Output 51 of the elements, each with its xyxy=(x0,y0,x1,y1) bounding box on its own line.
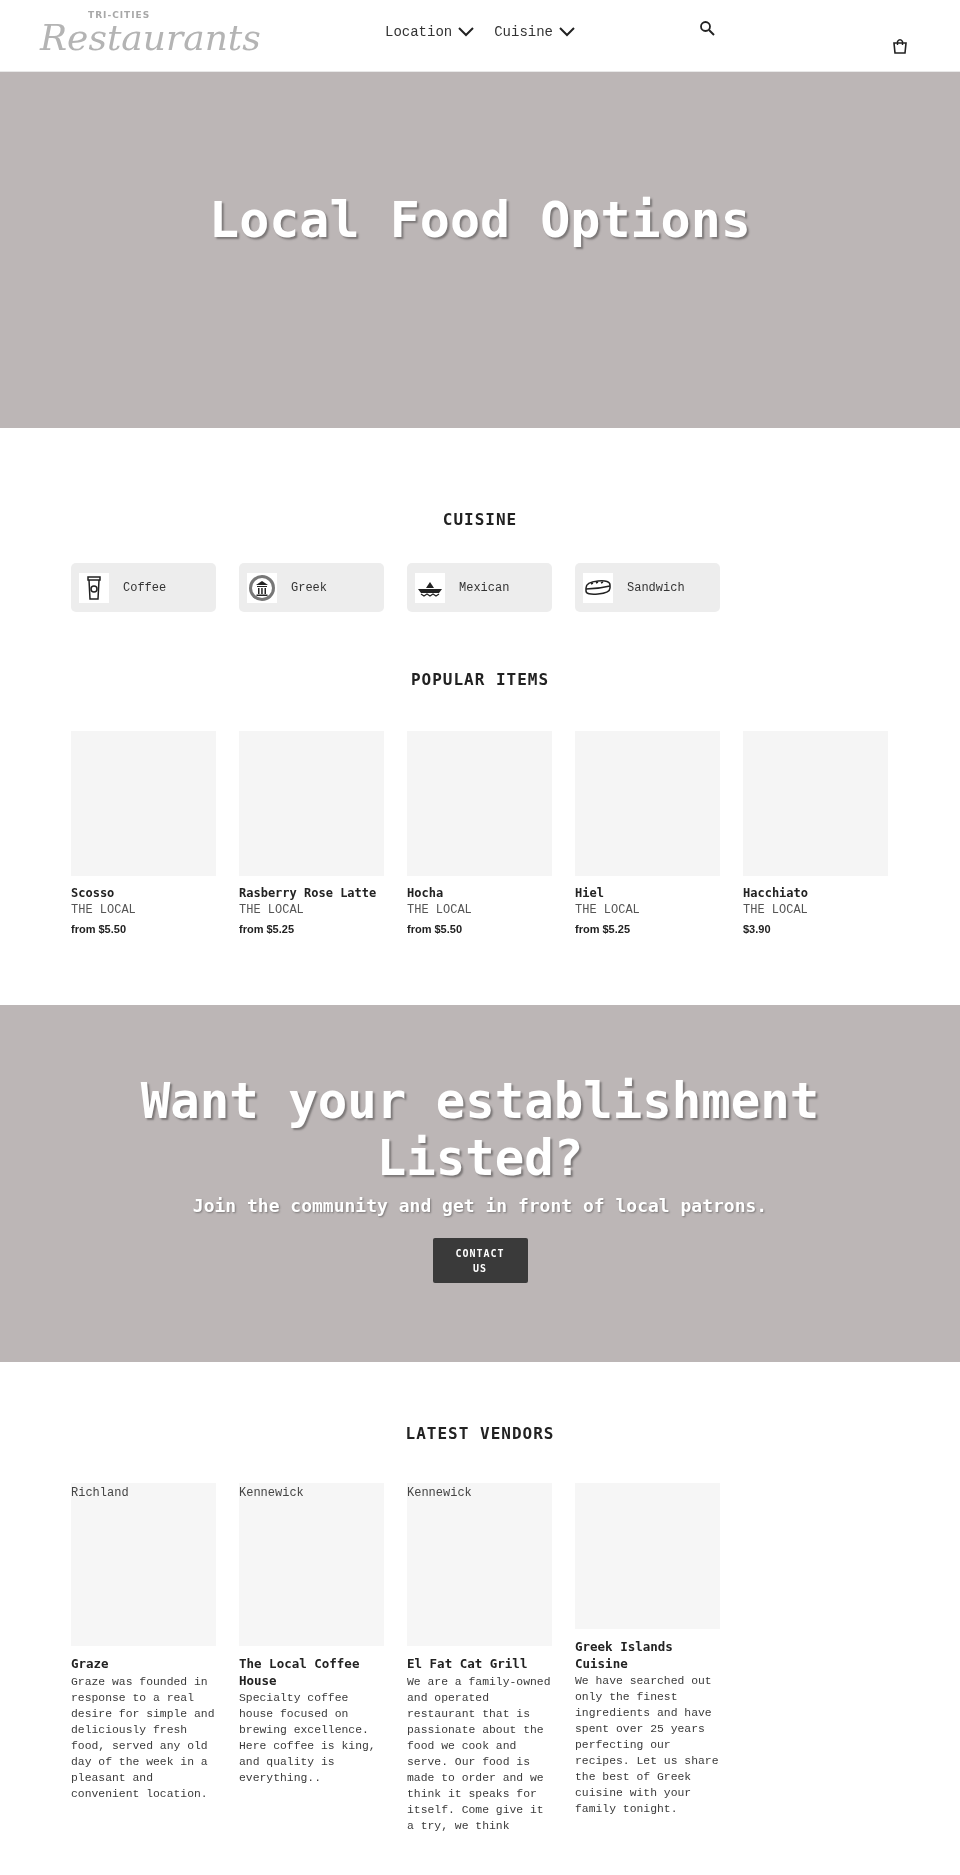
vendor-description: We have searched out only the finest ingredients and have spent over 25 years perfecting our recipes. Let us share the best of Greek cuisine with your family tonight. xyxy=(575,1674,720,1817)
cuisine-card[interactable]: Greek xyxy=(239,563,384,612)
vendor-description: We are a family-owned and operated restaurant that is passionate about the food we cook and serve. Our food is made to order and we think it speaks for itself. Come give it a try, we think xyxy=(407,1674,552,1834)
section-heading: CUISINE xyxy=(441,510,519,529)
temple-medallion-icon xyxy=(247,572,277,603)
chevron-down-icon xyxy=(559,27,575,37)
nav-dropdown[interactable]: Location xyxy=(385,24,475,40)
product-name[interactable]: Scosso xyxy=(71,886,216,900)
coffee-cup-icon xyxy=(79,572,109,603)
product-name[interactable]: Hocha xyxy=(407,886,552,900)
product-price: from $5.50 xyxy=(407,923,464,935)
vendor-description: Graze was founded in response to a real desire for simple and deliciously fresh food, served any old day of the week in a pleasant and convenient location. xyxy=(71,1674,216,1802)
vendor-name[interactable]: Greek Islands Cuisine xyxy=(575,1639,720,1672)
product-price: from $5.25 xyxy=(575,923,632,935)
cta-title: Want your establishment Listed? xyxy=(139,1073,821,1187)
product-vendor: THE LOCAL xyxy=(71,903,137,917)
vendor-name[interactable]: The Local Coffee House xyxy=(239,1656,384,1689)
cuisine-card[interactable]: Coffee xyxy=(71,563,216,612)
vendor-location: Kennewick xyxy=(239,1486,304,1500)
chevron-down-icon xyxy=(458,27,475,37)
vendor-location: Richland xyxy=(71,1486,129,1500)
vendor-location: Kennewick xyxy=(407,1486,472,1500)
sandwich-icon xyxy=(583,572,613,603)
product-price: $3.90 xyxy=(743,923,772,935)
cuisine-card[interactable]: Sandwich xyxy=(575,563,720,612)
product-vendor: THE LOCAL xyxy=(407,903,473,917)
vendor-name[interactable]: Graze xyxy=(71,1656,216,1673)
product-vendor: THE LOCAL xyxy=(743,903,809,917)
cta-subtitle: Join the community and get in front of local patrons. xyxy=(192,1195,768,1216)
product-price: from $5.25 xyxy=(239,923,296,935)
shopping-bag-icon[interactable] xyxy=(892,38,908,54)
product-name[interactable]: Rasberry Rose Latte xyxy=(239,886,384,900)
vendor-image-placeholder[interactable]: Kennewick xyxy=(239,1483,384,1646)
product-price: from $5.50 xyxy=(71,923,128,935)
product-name[interactable]: Hacchiato xyxy=(743,886,888,900)
vendor-name[interactable]: El Fat Cat Grill xyxy=(407,1656,552,1673)
cuisine-card[interactable]: Mexican xyxy=(407,563,552,612)
vendor-image-placeholder[interactable]: Richland xyxy=(71,1483,216,1646)
search-icon[interactable] xyxy=(699,20,715,36)
logo-tagline: TRI-CITIES xyxy=(88,10,151,20)
product-name[interactable]: Hiel xyxy=(575,886,720,900)
section-heading: POPULAR ITEMS xyxy=(409,670,551,689)
contact-button[interactable]: CONTACT US xyxy=(432,1238,528,1283)
sombrero-icon xyxy=(415,572,445,603)
vendor-image-placeholder[interactable]: Kennewick xyxy=(407,1483,552,1646)
section-heading: LATEST VENDORS xyxy=(404,1424,556,1443)
product-vendor: THE LOCAL xyxy=(575,903,641,917)
hero-title: Local Food Options xyxy=(209,191,751,249)
vendor-description: Specialty coffee house focused on brewing excellence. Here coffee is king, and quality is everything.. xyxy=(239,1691,377,1786)
product-vendor: THE LOCAL xyxy=(239,903,305,917)
nav-dropdown[interactable]: Cuisine xyxy=(494,24,575,40)
